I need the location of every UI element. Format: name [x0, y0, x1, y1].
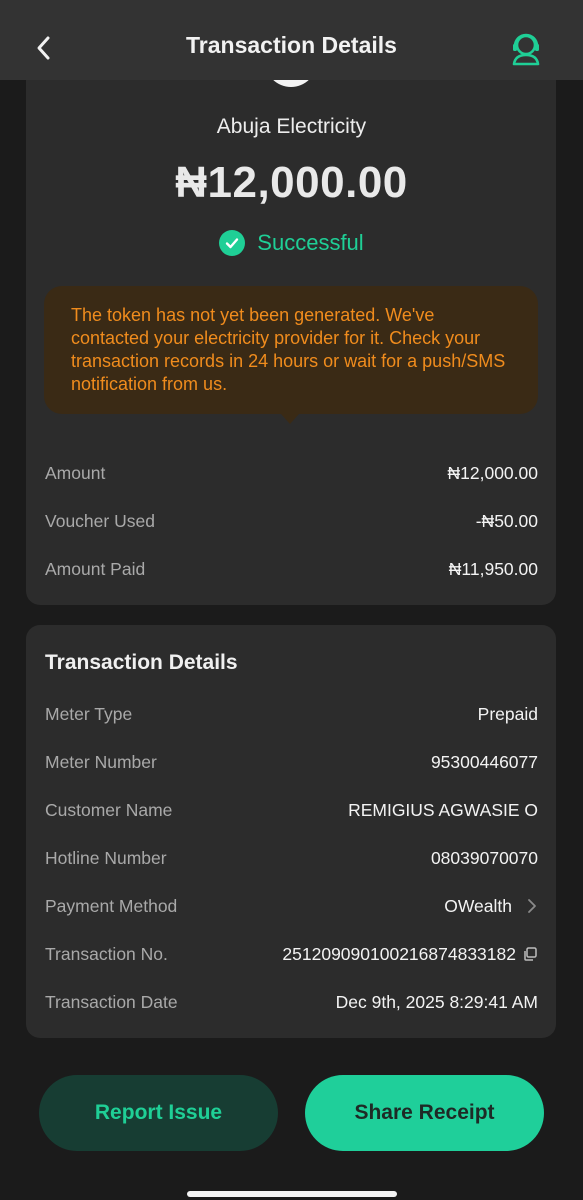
row-label: Transaction Date [45, 991, 178, 1012]
row-value: 251209090100216874833182 [282, 943, 516, 964]
row-label: Customer Name [45, 799, 173, 820]
row-label: Payment Method [45, 895, 178, 916]
row-value: -₦50.00 [475, 510, 538, 531]
row-label: Voucher Used [45, 510, 155, 531]
row-label: Hotline Number [45, 847, 167, 868]
detail-row-customer-name: Customer Name REMIGIUS AGWASIE O [45, 798, 538, 822]
row-value: ₦11,950.00 [448, 558, 538, 579]
detail-row-meter-number: Meter Number 95300446077 [45, 750, 538, 774]
row-label: Transaction No. [45, 943, 168, 964]
row-value: REMIGIUS AGWASIE O [348, 799, 538, 820]
check-circle-icon [219, 230, 246, 256]
home-indicator[interactable] [187, 1191, 397, 1197]
chevron-right-icon [528, 899, 536, 913]
row-value: OWealth [444, 895, 512, 916]
customer-support-icon [512, 33, 540, 66]
section-title: Transaction Details [45, 651, 238, 674]
summary-row-voucher: Voucher Used -₦50.00 [45, 509, 538, 533]
summary-row-amount: Amount ₦12,000.00 [45, 461, 538, 485]
support-button[interactable] [507, 30, 545, 68]
detail-row-transaction-date: Transaction Date Dec 9th, 2025 8:29:41 A… [45, 990, 538, 1014]
row-label: Meter Number [45, 751, 157, 772]
row-value: 95300446077 [430, 751, 538, 772]
status-indicator: Successful [0, 230, 583, 256]
row-value: 08039070070 [430, 847, 538, 868]
status-text: Successful [257, 230, 364, 255]
row-value: ₦12,000.00 [447, 462, 539, 483]
share-receipt-button[interactable]: Share Receipt [305, 1075, 544, 1151]
notice-pointer [281, 414, 299, 424]
row-label: Amount [45, 462, 106, 483]
page-title: Transaction Details [186, 32, 397, 58]
row-value: Prepaid [477, 703, 538, 724]
transaction-amount: ₦12,000.00 [175, 158, 408, 207]
row-label: Meter Type [45, 703, 133, 724]
detail-row-meter-type: Meter Type Prepaid [45, 702, 538, 726]
row-value: Dec 9th, 2025 8:29:41 AM [335, 991, 538, 1012]
detail-row-transaction-no: Transaction No. 251209090100216874833182 [45, 942, 538, 966]
transaction-no-value-group: 251209090100216874833182 [282, 944, 538, 965]
token-notice: The token has not yet been generated. We… [44, 286, 538, 414]
copy-icon[interactable] [522, 946, 538, 962]
report-issue-button[interactable]: Report Issue [39, 1075, 278, 1151]
row-label: Amount Paid [45, 558, 146, 579]
summary-row-amount-paid: Amount Paid ₦11,950.00 [45, 557, 538, 581]
detail-row-hotline: Hotline Number 08039070070 [45, 846, 538, 870]
payment-method-link[interactable]: OWealth [444, 896, 538, 917]
detail-row-payment-method[interactable]: Payment Method OWealth [45, 894, 538, 918]
transaction-details-card [26, 625, 556, 1038]
merchant-name: Abuja Electricity [216, 115, 367, 138]
app-header: Transaction Details [0, 0, 583, 80]
